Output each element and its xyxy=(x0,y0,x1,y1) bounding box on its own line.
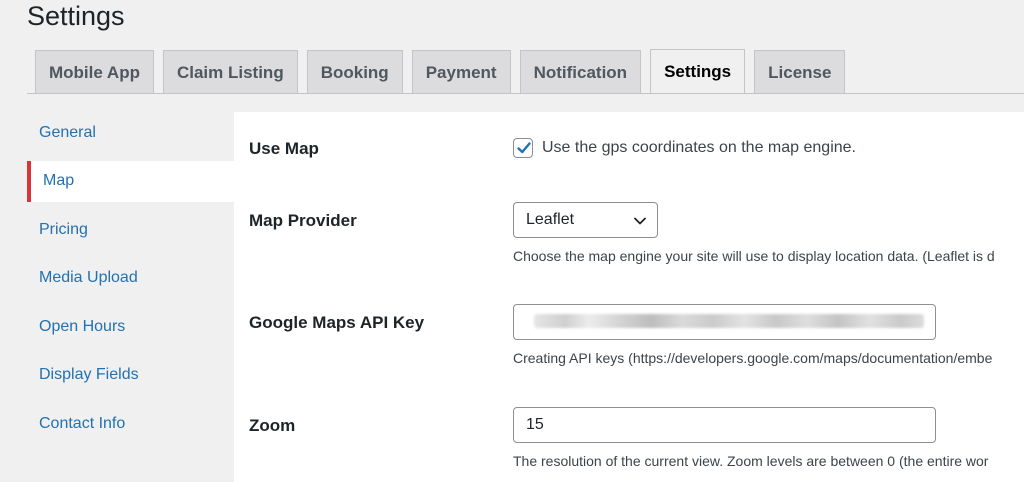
checkmark-icon xyxy=(517,142,531,154)
use-map-checkbox[interactable] xyxy=(513,138,533,158)
sidebar-item-pricing[interactable]: Pricing xyxy=(27,209,234,250)
map-provider-selected: Leaflet xyxy=(526,211,575,228)
settings-tabs: Mobile App Claim Listing Booking Payment… xyxy=(35,49,854,94)
zoom-input[interactable]: 15 xyxy=(513,407,936,443)
zoom-value: 15 xyxy=(526,416,544,433)
tab-claim-listing[interactable]: Claim Listing xyxy=(162,50,298,94)
tab-settings[interactable]: Settings xyxy=(650,49,746,94)
google-api-key-input[interactable] xyxy=(513,304,936,340)
google-api-key-description: Creating API keys (https://developers.go… xyxy=(513,350,993,366)
tab-license[interactable]: License xyxy=(754,50,846,94)
zoom-description: The resolution of the current view. Zoom… xyxy=(513,453,989,469)
tab-mobile-app[interactable]: Mobile App xyxy=(35,50,154,94)
tabs-divider xyxy=(27,93,1024,94)
zoom-label: Zoom xyxy=(249,416,296,435)
sidebar-item-map[interactable]: Map xyxy=(27,160,234,202)
use-map-checkbox-text: Use the gps coordinates on the map engin… xyxy=(542,139,856,156)
sidebar-item-general[interactable]: General xyxy=(27,112,234,153)
tab-notification[interactable]: Notification xyxy=(519,50,642,94)
map-provider-label: Map Provider xyxy=(249,211,357,230)
map-provider-description: Choose the map engine your site will use… xyxy=(513,248,995,264)
google-api-key-label: Google Maps API Key xyxy=(249,313,425,332)
sidebar-item-contact-info[interactable]: Contact Info xyxy=(27,403,234,444)
use-map-label: Use Map xyxy=(249,139,319,158)
sidebar-item-open-hours[interactable]: Open Hours xyxy=(27,306,234,347)
chevron-down-icon xyxy=(634,217,646,225)
sidebar-item-display-fields[interactable]: Display Fields xyxy=(27,355,234,396)
sidebar-item-media-upload[interactable]: Media Upload xyxy=(27,258,234,299)
tab-booking[interactable]: Booking xyxy=(306,50,403,94)
redacted-api-key xyxy=(534,314,924,328)
settings-sidebar: General Map Pricing Media Upload Open Ho… xyxy=(27,112,234,452)
page-title: Settings xyxy=(27,1,125,31)
map-provider-select[interactable]: Leaflet xyxy=(513,202,658,238)
tab-payment[interactable]: Payment xyxy=(411,50,511,94)
